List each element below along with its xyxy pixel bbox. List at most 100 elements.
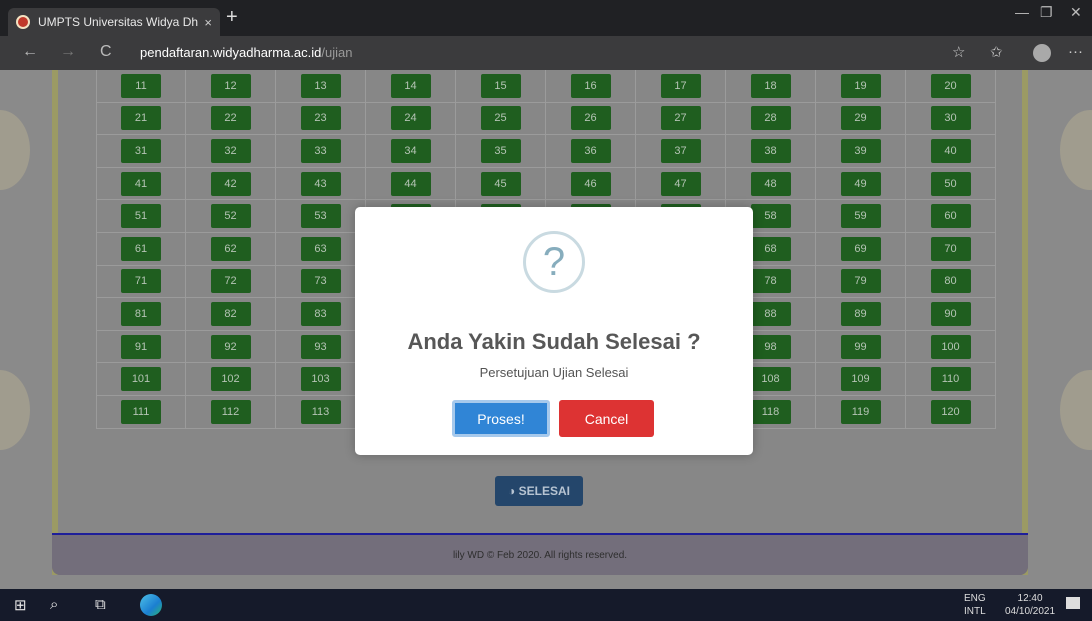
question-number-button[interactable]: 39 [840,138,881,163]
question-number-button[interactable]: 53 [300,204,341,229]
question-number-button[interactable]: 91 [121,334,161,359]
question-number-button[interactable]: 102 [210,367,251,392]
question-number-button[interactable]: 49 [840,171,881,196]
question-number-button[interactable]: 103 [300,367,341,392]
question-number-button[interactable]: 40 [930,138,971,163]
question-number-button[interactable]: 11 [121,73,161,98]
question-number-button[interactable]: 83 [300,301,341,326]
notification-icon[interactable] [1066,597,1080,609]
question-number-button[interactable]: 98 [750,334,791,359]
question-number-button[interactable]: 42 [210,171,251,196]
question-number-button[interactable]: 79 [840,269,881,294]
question-number-button[interactable]: 82 [210,301,251,326]
question-number-button[interactable]: 22 [210,106,251,131]
question-number-button[interactable]: 33 [300,138,341,163]
question-number-button[interactable]: 112 [210,399,251,424]
language-indicator[interactable]: ENG INTL [964,592,986,618]
question-number-button[interactable]: 50 [930,171,971,196]
question-number-button[interactable]: 52 [210,204,251,229]
question-number-button[interactable]: 62 [210,236,251,261]
windows-start-icon[interactable]: ⊞ [14,596,27,614]
question-number-button[interactable]: 100 [930,334,971,359]
question-number-button[interactable]: 18 [750,73,791,98]
question-number-button[interactable]: 20 [930,73,971,98]
minimize-button[interactable]: — [1015,4,1029,20]
favorite-star-icon[interactable]: ☆ [952,43,965,61]
question-number-button[interactable]: 59 [840,204,881,229]
question-number-button[interactable]: 48 [750,171,791,196]
close-window-button[interactable]: ✕ [1070,4,1082,21]
question-number-button[interactable]: 41 [121,171,161,196]
edge-browser-icon[interactable] [140,594,162,616]
question-number-button[interactable]: 92 [210,334,251,359]
question-number-button[interactable]: 120 [930,399,971,424]
question-number-button[interactable]: 44 [390,171,431,196]
clock[interactable]: 12:40 04/10/2021 [1005,592,1055,618]
refresh-button[interactable]: C [100,43,112,61]
question-number-button[interactable]: 108 [750,367,791,392]
question-number-button[interactable]: 78 [750,269,791,294]
question-number-button[interactable]: 90 [930,301,971,326]
question-number-button[interactable]: 34 [390,138,431,163]
question-number-button[interactable]: 37 [660,138,701,163]
maximize-button[interactable]: ❐ [1040,4,1053,21]
question-number-button[interactable]: 93 [300,334,341,359]
question-number-button[interactable]: 27 [660,106,701,131]
question-number-button[interactable]: 111 [121,399,161,424]
question-number-button[interactable]: 60 [930,204,971,229]
question-number-button[interactable]: 26 [570,106,611,131]
question-number-button[interactable]: 88 [750,301,791,326]
question-number-button[interactable]: 99 [840,334,881,359]
question-number-button[interactable]: 46 [570,171,611,196]
question-number-button[interactable]: 15 [480,73,521,98]
question-number-button[interactable]: 118 [750,399,791,424]
question-number-button[interactable]: 81 [121,301,161,326]
new-tab-button[interactable]: + [226,6,238,29]
question-number-button[interactable]: 21 [121,106,161,131]
question-number-button[interactable]: 61 [121,236,161,261]
question-number-button[interactable]: 16 [570,73,611,98]
question-number-button[interactable]: 110 [930,367,971,392]
back-button[interactable]: ← [22,43,38,61]
question-number-button[interactable]: 30 [930,106,971,131]
forward-button[interactable]: → [60,43,76,61]
finish-button[interactable]: ◑ SELESAI [495,476,583,506]
search-icon[interactable]: ⌕ [50,596,58,613]
question-number-button[interactable]: 12 [210,73,251,98]
profile-avatar[interactable] [1033,44,1051,62]
question-number-button[interactable]: 58 [750,204,791,229]
question-number-button[interactable]: 19 [840,73,881,98]
question-number-button[interactable]: 101 [121,367,161,392]
browser-tab[interactable]: UMPTS Universitas Widya Dharm × [8,8,220,36]
confirm-button[interactable]: Proses! [452,400,550,437]
question-number-button[interactable]: 47 [660,171,701,196]
question-number-button[interactable]: 23 [300,106,341,131]
question-number-button[interactable]: 68 [750,236,791,261]
question-number-button[interactable]: 43 [300,171,341,196]
question-number-button[interactable]: 45 [480,171,521,196]
question-number-button[interactable]: 17 [660,73,701,98]
question-number-button[interactable]: 63 [300,236,341,261]
question-number-button[interactable]: 14 [390,73,431,98]
question-number-button[interactable]: 51 [121,204,161,229]
question-number-button[interactable]: 36 [570,138,611,163]
question-number-button[interactable]: 24 [390,106,431,131]
question-number-button[interactable]: 89 [840,301,881,326]
more-menu-button[interactable]: ··· [1068,43,1083,60]
question-number-button[interactable]: 13 [300,73,341,98]
question-number-button[interactable]: 32 [210,138,251,163]
question-number-button[interactable]: 113 [300,399,341,424]
cancel-button[interactable]: Cancel [559,400,654,437]
question-number-button[interactable]: 119 [840,399,881,424]
question-number-button[interactable]: 73 [300,269,341,294]
question-number-button[interactable]: 31 [121,138,161,163]
question-number-button[interactable]: 109 [840,367,881,392]
question-number-button[interactable]: 69 [840,236,881,261]
question-number-button[interactable]: 35 [480,138,521,163]
question-number-button[interactable]: 38 [750,138,791,163]
question-number-button[interactable]: 25 [480,106,521,131]
url-field[interactable]: pendaftaran.widyadharma.ac.id/ujian [140,45,352,60]
question-number-button[interactable]: 72 [210,269,251,294]
question-number-button[interactable]: 80 [930,269,971,294]
question-number-button[interactable]: 70 [930,236,971,261]
